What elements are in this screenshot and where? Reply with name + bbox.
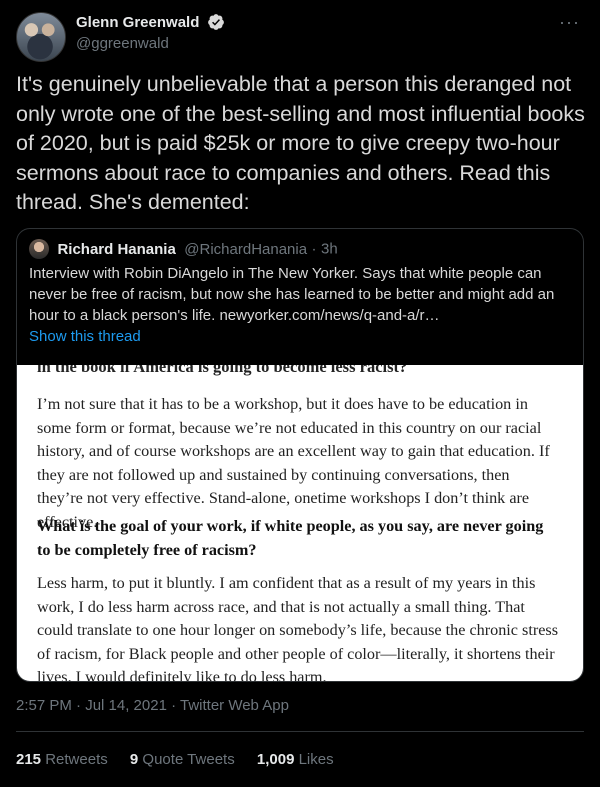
quote-tweets-label: Quote Tweets [142, 751, 235, 768]
quoted-author-avatar [29, 239, 49, 259]
retweets-stat[interactable]: 215 Retweets [16, 751, 108, 768]
divider [16, 731, 584, 732]
quoted-author-name: Richard Hanania [57, 240, 176, 258]
author-display-name[interactable]: Glenn Greenwald [76, 14, 199, 31]
tweet-text: It's genuinely unbelievable that a perso… [16, 72, 585, 214]
image-question: What is the goal of your work, if white … [37, 517, 544, 559]
likes-stat[interactable]: 1,009 Likes [257, 751, 334, 768]
tweet-header: Glenn Greenwald @ggreenwald ··· [16, 12, 584, 62]
quoted-tweet-time: 3h [320, 240, 338, 258]
quoted-tweet-image[interactable]: in the book if America is going to becom… [17, 365, 583, 681]
show-thread-link[interactable]: Show this thread [29, 328, 141, 345]
quote-tweets-count: 9 [129, 751, 139, 768]
likes-count: 1,009 [256, 751, 295, 768]
quoted-author-handle: @RichardHanania [184, 240, 308, 258]
tweet-timestamp-source[interactable]: 2:57 PM · Jul 14, 2021 · Twitter Web App [16, 697, 289, 714]
author-handle[interactable]: @ggreenwald [76, 35, 225, 52]
quoted-tweet-header: Richard Hanania @RichardHanania · 3h [29, 239, 338, 259]
retweets-count: 215 [16, 751, 42, 768]
image-paragraph: I’m not sure that it has to be a worksho… [37, 395, 550, 531]
author-avatar[interactable] [16, 12, 66, 62]
likes-label: Likes [298, 751, 334, 768]
retweets-label: Retweets [45, 751, 108, 768]
author-name-block[interactable]: Glenn Greenwald @ggreenwald [76, 13, 225, 52]
image-cut-heading: in the book if America is going to becom… [37, 365, 408, 376]
quote-tweets-stat[interactable]: 9 Quote Tweets [130, 751, 235, 768]
engagement-stats: 215 Retweets 9 Quote Tweets 1,009 Likes [16, 751, 352, 768]
quoted-tweet-text: Interview with Robin DiAngelo in The New… [29, 265, 555, 324]
more-options-icon[interactable]: ··· [559, 12, 580, 33]
verified-badge-icon [207, 14, 224, 30]
dot-separator: · [311, 240, 317, 258]
quoted-tweet[interactable]: Richard Hanania @RichardHanania · 3h Int… [16, 228, 584, 682]
image-paragraph: Less harm, to put it bluntly. I am confi… [37, 574, 559, 681]
